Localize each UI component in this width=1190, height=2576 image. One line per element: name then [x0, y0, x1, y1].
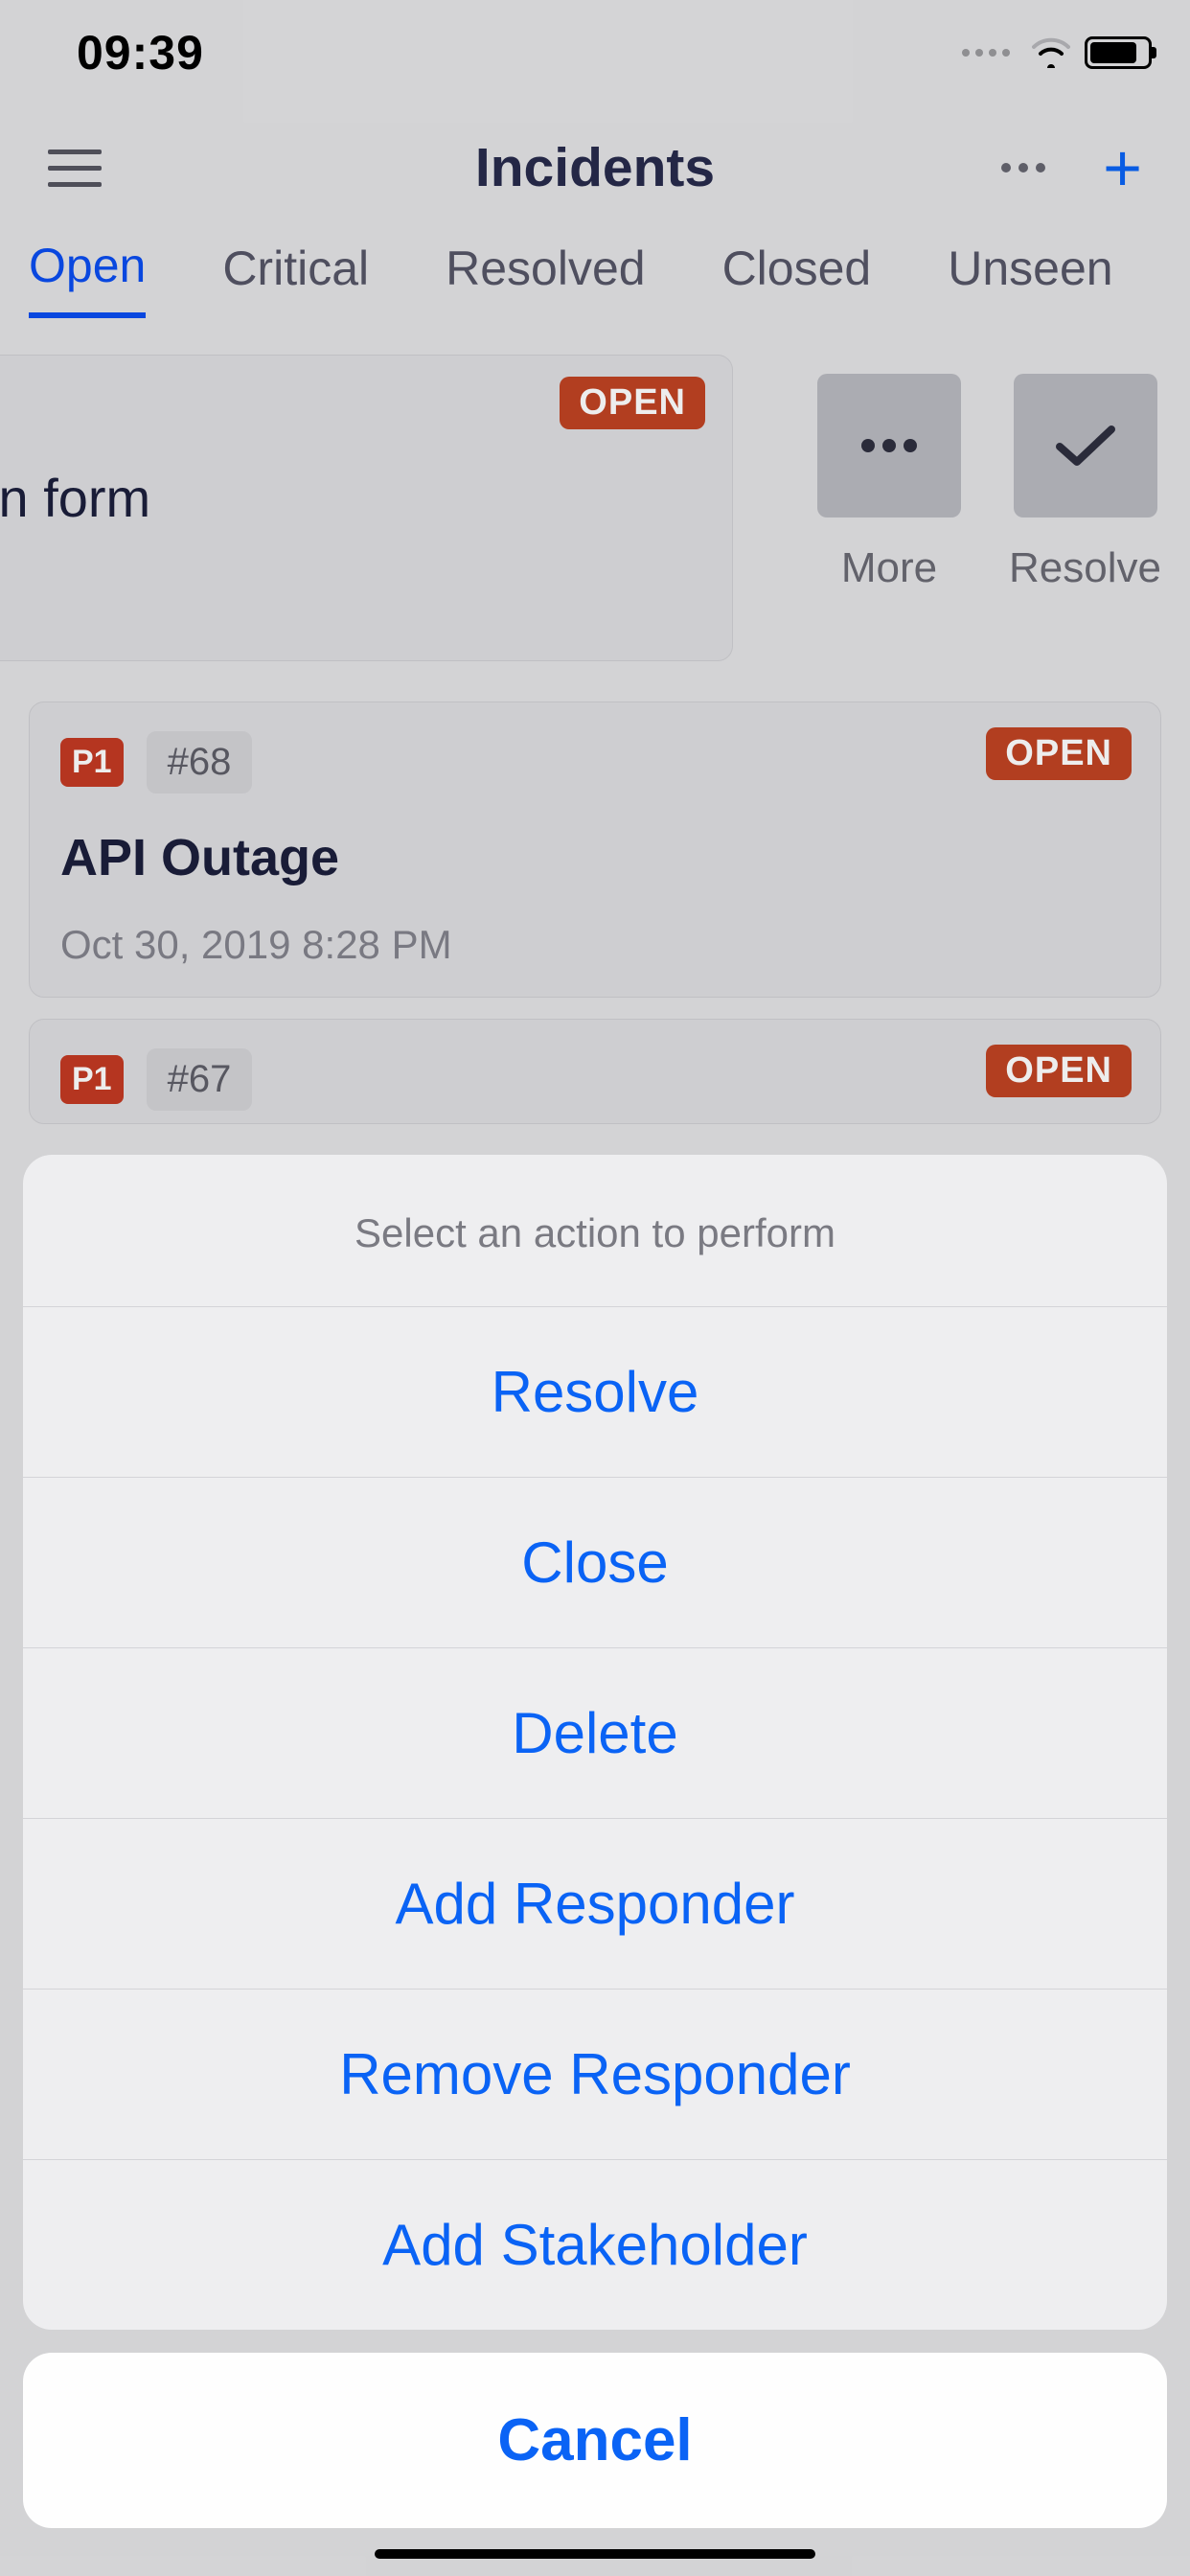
incident-id: #67 — [147, 1048, 253, 1111]
more-label: More — [841, 544, 937, 592]
tabs: Open Critical Resolved Closed Unseen — [0, 230, 1190, 326]
more-button[interactable] — [817, 374, 961, 518]
add-icon[interactable]: + — [1103, 134, 1142, 201]
action-remove-responder[interactable]: Remove Responder — [23, 1990, 1167, 2160]
battery-icon — [1085, 36, 1152, 69]
incident-card-swiped[interactable]: OPEN ates - Login form — [0, 355, 733, 661]
page-title: Incidents — [475, 136, 715, 199]
incident-title: API Outage — [60, 828, 1130, 887]
swiped-incident-row: OPEN ates - Login form More Resolve — [0, 355, 1190, 680]
incident-title: ates - Login form — [0, 467, 698, 529]
action-sheet-title: Select an action to perform — [23, 1155, 1167, 1307]
status-bar: 09:39 — [0, 0, 1190, 105]
priority-badge: P1 — [60, 738, 124, 787]
tab-closed[interactable]: Closed — [722, 241, 872, 315]
swipe-action-resolve[interactable]: Resolve — [1009, 374, 1161, 592]
cancel-button[interactable]: Cancel — [23, 2353, 1167, 2528]
tab-unseen[interactable]: Unseen — [948, 241, 1112, 315]
cellular-dots-icon — [962, 49, 1010, 57]
check-icon — [1052, 420, 1119, 472]
action-resolve[interactable]: Resolve — [23, 1307, 1167, 1478]
swipe-action-more[interactable]: More — [817, 374, 961, 592]
nav-header: Incidents + — [0, 105, 1190, 230]
status-badge: OPEN — [986, 727, 1132, 780]
action-sheet: Select an action to perform Resolve Clos… — [0, 1155, 1190, 2576]
action-add-responder[interactable]: Add Responder — [23, 1819, 1167, 1990]
resolve-label: Resolve — [1009, 544, 1161, 592]
incident-card[interactable]: P1 #67 OPEN — [29, 1019, 1161, 1124]
status-indicators — [962, 36, 1152, 69]
wifi-icon — [1031, 37, 1071, 68]
menu-icon[interactable] — [48, 150, 102, 187]
action-add-stakeholder[interactable]: Add Stakeholder — [23, 2160, 1167, 2330]
incident-id: #68 — [147, 731, 253, 794]
tab-resolved[interactable]: Resolved — [446, 241, 645, 315]
tab-critical[interactable]: Critical — [222, 241, 369, 315]
home-indicator[interactable] — [375, 2549, 815, 2559]
status-badge: OPEN — [560, 377, 705, 429]
status-time: 09:39 — [77, 25, 204, 80]
tab-open[interactable]: Open — [29, 238, 146, 318]
incident-timestamp: Oct 30, 2019 8:28 PM — [60, 922, 1130, 968]
action-close[interactable]: Close — [23, 1478, 1167, 1648]
more-options-icon[interactable] — [1001, 163, 1045, 172]
ellipsis-icon — [861, 439, 917, 452]
priority-badge: P1 — [60, 1055, 124, 1104]
resolve-button[interactable] — [1014, 374, 1157, 518]
incident-card[interactable]: P1 #68 OPEN API Outage Oct 30, 2019 8:28… — [29, 702, 1161, 998]
status-badge: OPEN — [986, 1045, 1132, 1097]
action-delete[interactable]: Delete — [23, 1648, 1167, 1819]
